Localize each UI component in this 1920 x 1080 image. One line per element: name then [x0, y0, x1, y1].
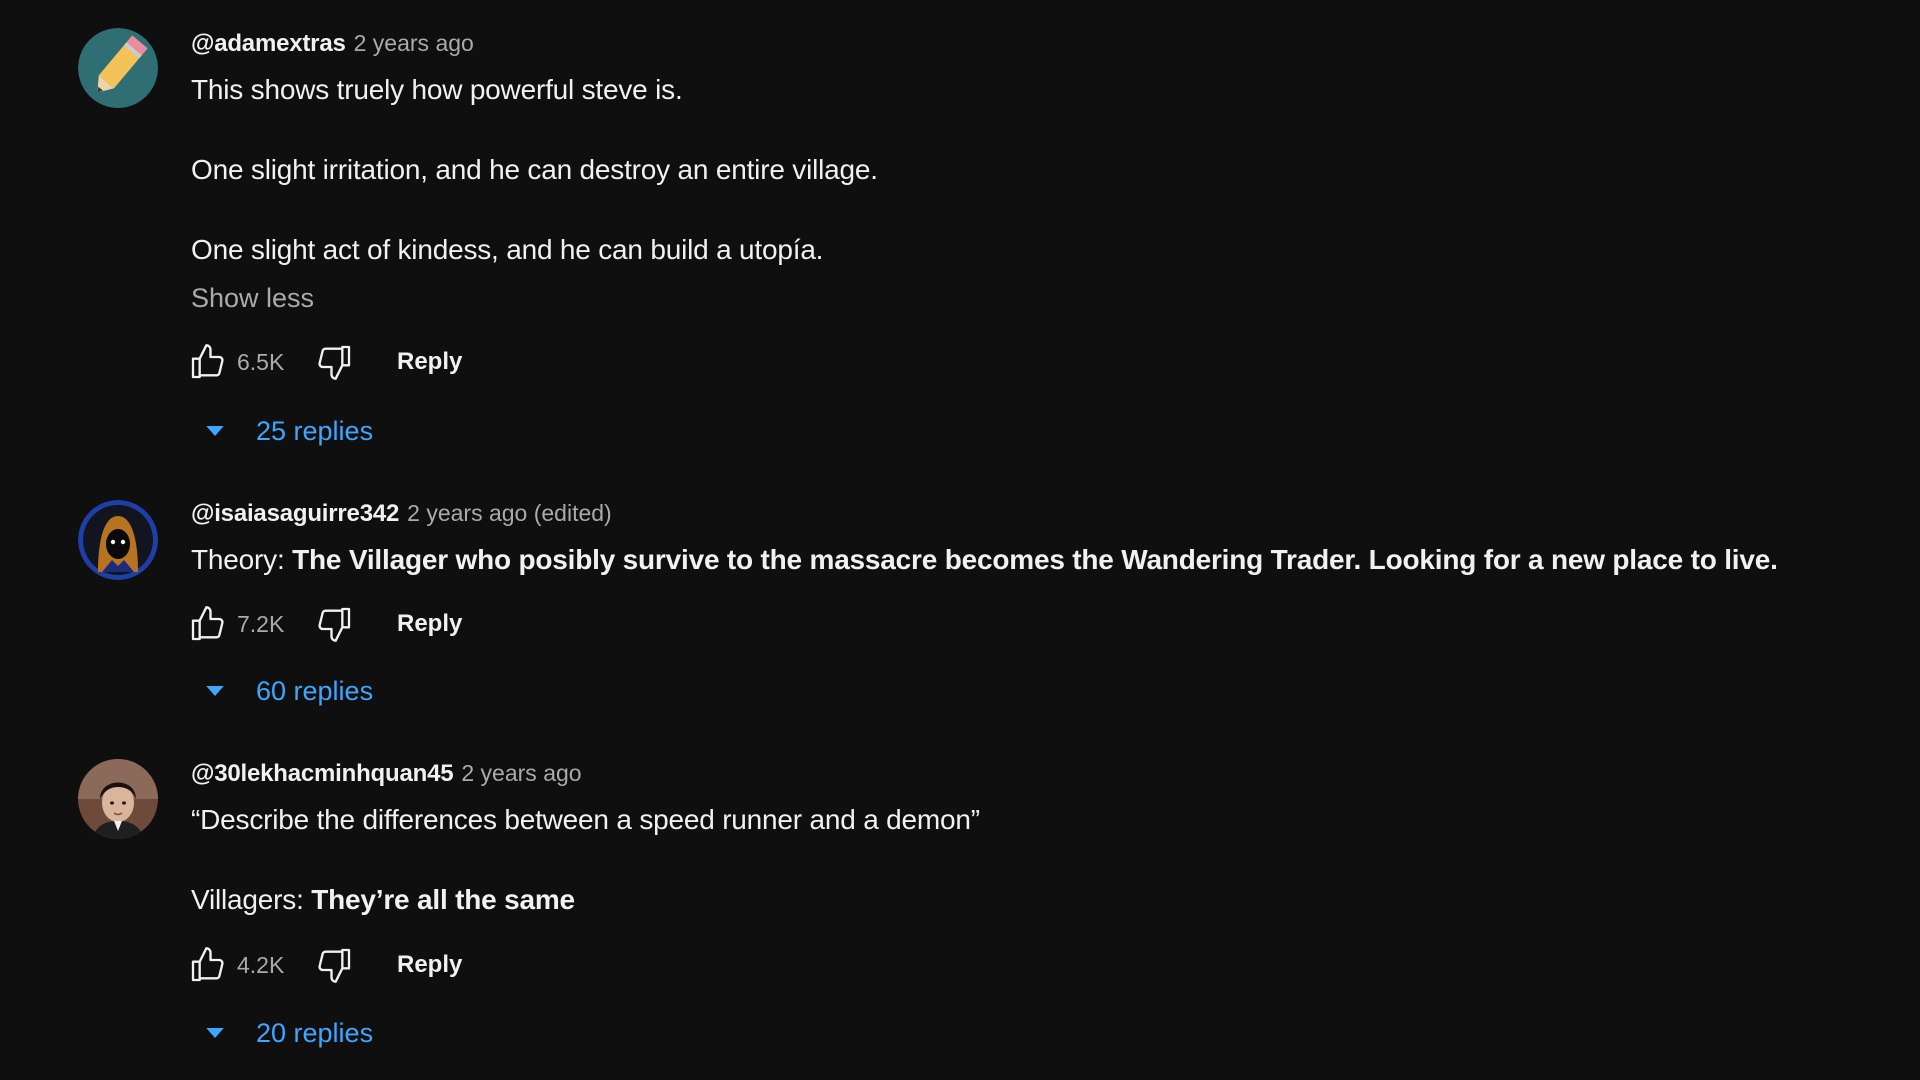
dislike-button[interactable] [311, 601, 357, 647]
comment-actions: 7.2K Reply [185, 600, 462, 648]
thumbs-up-icon [191, 344, 224, 379]
pencil-avatar-icon [78, 28, 158, 108]
like-button[interactable] [185, 339, 231, 385]
like-count: 6.5K [237, 348, 285, 375]
comment-author[interactable]: @isaiasaguirre342 [191, 500, 399, 528]
thumbs-up-icon [191, 947, 224, 982]
user-photo-avatar-icon [78, 759, 158, 839]
theory-text: The Villager who posibly survive to the … [292, 544, 1778, 575]
comment-text: This shows truely how powerful steve is. [191, 74, 683, 105]
comment-timestamp[interactable]: 2 years ago (edited) [407, 500, 612, 527]
comment-actions: 6.5K Reply [185, 338, 462, 386]
caret-down-icon [206, 686, 224, 696]
comment-text: One slight irritation, and he can destro… [191, 154, 878, 185]
theory-prefix: Theory: [191, 544, 293, 575]
thumbs-down-icon [318, 345, 351, 380]
like-button[interactable] [185, 942, 231, 988]
replies-count-label: 25 replies [256, 415, 374, 446]
caret-down-icon [206, 1028, 224, 1038]
hooded-figure-avatar-icon [78, 500, 158, 580]
view-replies-button[interactable]: 20 replies [200, 1011, 373, 1055]
avatar[interactable] [78, 759, 158, 839]
replies-count-label: 20 replies [256, 1017, 374, 1048]
dislike-button[interactable] [311, 942, 357, 988]
villagers-prefix: Villagers: [191, 884, 312, 915]
reply-button[interactable]: Reply [397, 348, 462, 376]
caret-down-icon [206, 426, 224, 436]
comment-author[interactable]: @30lekhacminhquan45 [191, 760, 454, 788]
thumbs-down-icon [318, 948, 351, 983]
comment-text: “Describe the differences between a spee… [191, 804, 980, 835]
villagers-quote: They’re all the same [311, 884, 575, 915]
like-count: 7.2K [237, 610, 285, 637]
dislike-button[interactable] [311, 339, 357, 385]
view-replies-button[interactable]: 25 replies [200, 409, 373, 453]
thumbs-down-icon [318, 607, 351, 642]
reply-button[interactable]: Reply [397, 610, 462, 638]
comment-author[interactable]: @adamextras [191, 30, 346, 58]
comment-text: Villagers: They’re all the same [191, 881, 1860, 919]
avatar[interactable] [78, 28, 158, 108]
view-replies-button[interactable]: 60 replies [200, 669, 373, 713]
like-button[interactable] [185, 601, 231, 647]
comment-timestamp[interactable]: 2 years ago [461, 760, 581, 787]
like-count: 4.2K [237, 951, 285, 978]
thumbs-up-icon [191, 606, 224, 641]
comment-text: One slight act of kindess, and he can bu… [191, 234, 824, 265]
comment-text: Theory: The Villager who posibly survive… [191, 541, 1860, 579]
show-less-link[interactable]: Show less [191, 279, 1860, 317]
replies-count-label: 60 replies [256, 675, 374, 706]
avatar[interactable] [78, 500, 158, 580]
comment-timestamp[interactable]: 2 years ago [354, 30, 474, 57]
reply-button[interactable]: Reply [397, 951, 462, 979]
comment-actions: 4.2K Reply [185, 941, 462, 989]
